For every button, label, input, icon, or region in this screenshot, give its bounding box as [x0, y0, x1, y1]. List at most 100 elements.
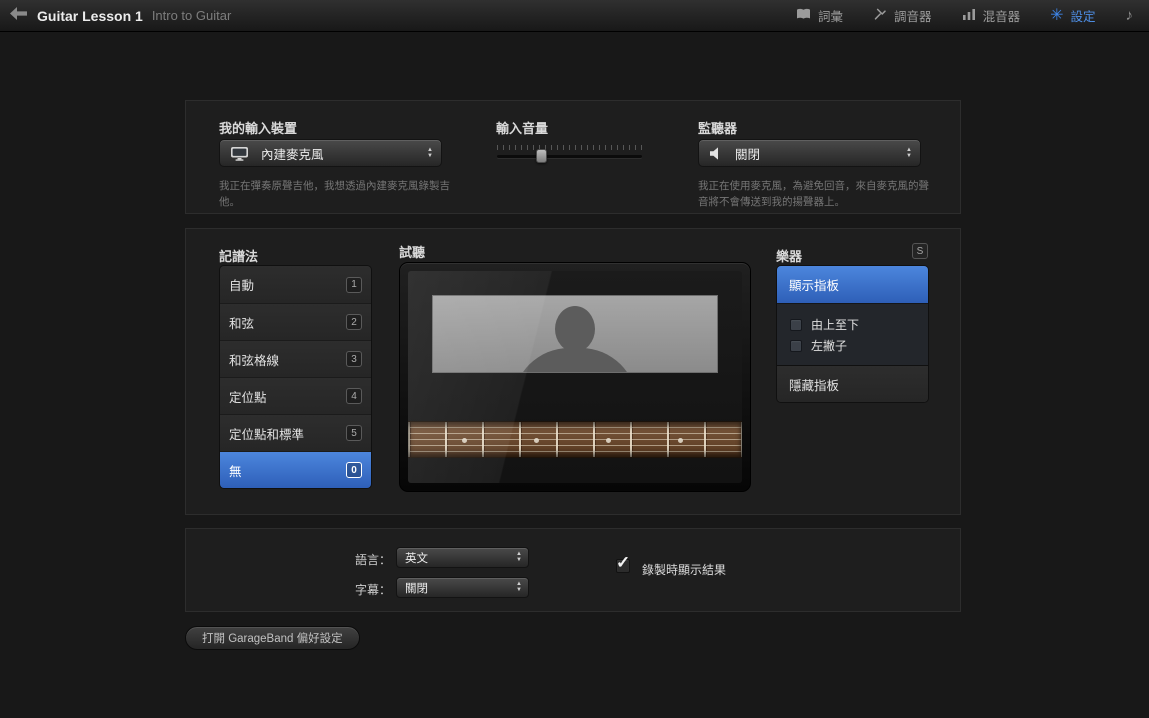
notation-heading: 記譜法 [219, 246, 258, 265]
notation-item-label: 定位點和標準 [229, 424, 304, 443]
back-arrow-icon [10, 7, 27, 25]
hide-fretboard-option[interactable]: 隱藏指板 [777, 365, 928, 402]
silhouette-head [555, 306, 595, 352]
stepper-up-icon: ▲ [427, 148, 433, 153]
music-note-icon: ♪ [1126, 8, 1134, 23]
show-fretboard-option[interactable]: 顯示指板 [777, 266, 928, 303]
mixer-icon [962, 8, 976, 23]
notation-item-auto[interactable]: 自動 1 [220, 266, 371, 303]
menu-tuner[interactable]: 調音器 [873, 6, 932, 25]
lesson-subtitle: Intro to Guitar [152, 8, 231, 23]
subtitles-label: 字幕： [336, 581, 391, 598]
input-settings-panel: 我的輸入裝置 內建麥克風 ▲ ▼ 我正在彈奏原聲吉他，我想透過內建麥克風錄製吉他… [185, 100, 961, 214]
show-results-label: 錄製時顯示結果 [642, 561, 726, 578]
stepper-down-icon: ▼ [516, 588, 522, 593]
checkbox-icon[interactable] [790, 340, 802, 352]
open-preferences-label: 打開 GarageBand 偏好設定 [202, 630, 343, 646]
stepper-down-icon: ▼ [906, 154, 912, 159]
menu-mixer-label: 混音器 [983, 6, 1021, 25]
option-top-to-bottom[interactable]: 由上至下 [777, 314, 928, 335]
notation-item-label: 無 [229, 461, 242, 480]
fret-inlay-dot [534, 438, 539, 443]
input-volume-heading: 輸入音量 [496, 118, 548, 137]
check-icon: ✓ [616, 553, 630, 573]
back-button[interactable] [7, 7, 29, 25]
shortcut-key-badge: 2 [346, 314, 362, 330]
input-device-select[interactable]: 內建麥克風 ▲ ▼ [219, 139, 442, 167]
notation-item-label: 定位點 [229, 387, 267, 406]
titlebar: Guitar Lesson 1 Intro to Guitar 詞彙 調音器 混… [0, 0, 1149, 32]
preview-heading: 試聽 [399, 242, 425, 261]
shortcut-key-badge: 0 [346, 462, 362, 478]
language-select[interactable]: 英文 ▲ ▼ [396, 547, 529, 568]
subtitles-select[interactable]: 關閉 ▲ ▼ [396, 577, 529, 598]
instrument-heading: 樂器 [776, 246, 802, 265]
notation-list: 自動 1 和弦 2 和弦格線 3 定位點 4 定位點和標準 5 無 0 [219, 265, 372, 489]
menu-setup[interactable]: ✳ 設定 [1050, 6, 1095, 25]
silhouette-shoulders [513, 348, 637, 373]
fret-inlay-dot [606, 438, 611, 443]
language-panel: 語言： 英文 ▲ ▼ 字幕： 關閉 ▲ ▼ ✓ 錄製時顯示結果 [185, 528, 961, 612]
instrument-shortcut-badge: S [912, 243, 928, 259]
open-preferences-button[interactable]: 打開 GarageBand 偏好設定 [185, 626, 360, 650]
language-value: 英文 [405, 550, 428, 566]
instrument-list: 顯示指板 由上至下 左撇子 隱藏指板 [776, 265, 929, 403]
guitar-fretboard [408, 421, 742, 458]
menu-tuner-label: 調音器 [894, 6, 932, 25]
menu-mixer[interactable]: 混音器 [962, 6, 1021, 25]
menu-glossary[interactable]: 詞彙 [796, 6, 843, 25]
notation-item-label: 和弦格線 [229, 350, 279, 369]
monitor-value: 關閉 [735, 144, 760, 163]
option-top-to-bottom-label: 由上至下 [811, 316, 859, 333]
monitor-heading: 監聽器 [698, 118, 737, 137]
show-results-checkbox[interactable]: ✓ [616, 559, 630, 573]
shortcut-key-badge: 4 [346, 388, 362, 404]
stepper-icon: ▲ ▼ [516, 582, 522, 593]
lesson-display-panel: 記譜法 自動 1 和弦 2 和弦格線 3 定位點 4 定位點和標準 5 無 0 … [185, 228, 961, 515]
input-device-caption: 我正在彈奏原聲吉他，我想透過內建麥克風錄製吉他。 [219, 178, 454, 211]
slider-ticks [497, 145, 642, 150]
notation-item-label: 自動 [229, 275, 254, 294]
language-label: 語言： [336, 551, 391, 568]
show-fretboard-label: 顯示指板 [789, 275, 839, 294]
stepper-up-icon: ▲ [906, 148, 912, 153]
option-left-handed-label: 左撇子 [811, 337, 847, 354]
stepper-icon: ▲ ▼ [906, 148, 912, 159]
checkbox-icon[interactable] [790, 319, 802, 331]
input-volume-slider[interactable] [497, 143, 642, 165]
book-icon [796, 8, 811, 23]
notation-item-tab[interactable]: 定位點 4 [220, 377, 371, 414]
menu-setup-label: 設定 [1070, 6, 1095, 25]
input-device-value: 內建麥克風 [261, 144, 324, 163]
notation-item-chord-grids[interactable]: 和弦格線 3 [220, 340, 371, 377]
shortcut-key-badge: 3 [346, 351, 362, 367]
speaker-icon [709, 147, 723, 160]
slider-track[interactable] [497, 155, 642, 158]
notation-item-chords[interactable]: 和弦 2 [220, 303, 371, 340]
option-left-handed[interactable]: 左撇子 [777, 335, 928, 356]
monitor-caption: 我正在使用麥克風，為避免回音，來自麥克風的聲音將不會傳送到我的揚聲器上。 [698, 178, 938, 211]
shortcut-key-badge: 5 [346, 425, 362, 441]
subtitles-value: 關閉 [405, 580, 428, 596]
monitor-select[interactable]: 關閉 ▲ ▼ [698, 139, 921, 167]
teacher-silhouette-panel [432, 295, 718, 373]
titlebar-menu: 詞彙 調音器 混音器 ✳ 設定 ♪ [796, 6, 1133, 25]
stepper-icon: ▲ ▼ [516, 552, 522, 563]
volume-slider-thumb[interactable] [536, 149, 547, 163]
preview-video [399, 262, 751, 492]
display-mic-icon [230, 146, 249, 161]
video-screen [408, 271, 742, 483]
shortcut-key-badge: 1 [346, 277, 362, 293]
hide-fretboard-label: 隱藏指板 [789, 375, 839, 394]
menu-lessons[interactable]: ♪ [1126, 8, 1134, 23]
stepper-down-icon: ▼ [516, 558, 522, 563]
stepper-down-icon: ▼ [427, 154, 433, 159]
tuning-fork-icon [873, 7, 887, 24]
lesson-title: Guitar Lesson 1 [37, 8, 143, 24]
gear-icon: ✳ [1050, 8, 1063, 24]
fretboard-options: 由上至下 左撇子 [777, 303, 928, 365]
input-device-heading: 我的輸入裝置 [219, 118, 297, 137]
notation-item-tab-standard[interactable]: 定位點和標準 5 [220, 414, 371, 451]
notation-item-none[interactable]: 無 0 [220, 451, 371, 488]
menu-glossary-label: 詞彙 [818, 6, 843, 25]
